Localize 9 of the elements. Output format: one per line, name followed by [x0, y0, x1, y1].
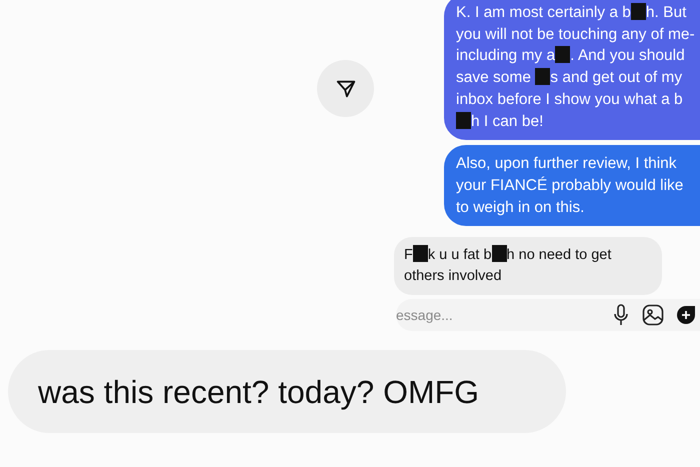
message-field[interactable]: essage... [396, 299, 700, 331]
image-icon[interactable] [642, 304, 664, 326]
message-input[interactable]: essage... [396, 304, 614, 326]
message-text: F k u u fat b h no need to get others involved [404, 245, 612, 286]
microphone-icon[interactable] [614, 304, 628, 326]
sticker-icon[interactable] [676, 305, 696, 325]
comment-text: was this recent? today? OMFG [38, 372, 480, 412]
message-text: Also, upon further review, I think your FIANCÉ probably would like to weigh in on this. [456, 154, 684, 218]
message-text: K. I am most certainly a b h. But you will not be touching any of me- including my a . And you should save some s and get out of my inbox before I show you what a b h I can be! [456, 2, 696, 132]
